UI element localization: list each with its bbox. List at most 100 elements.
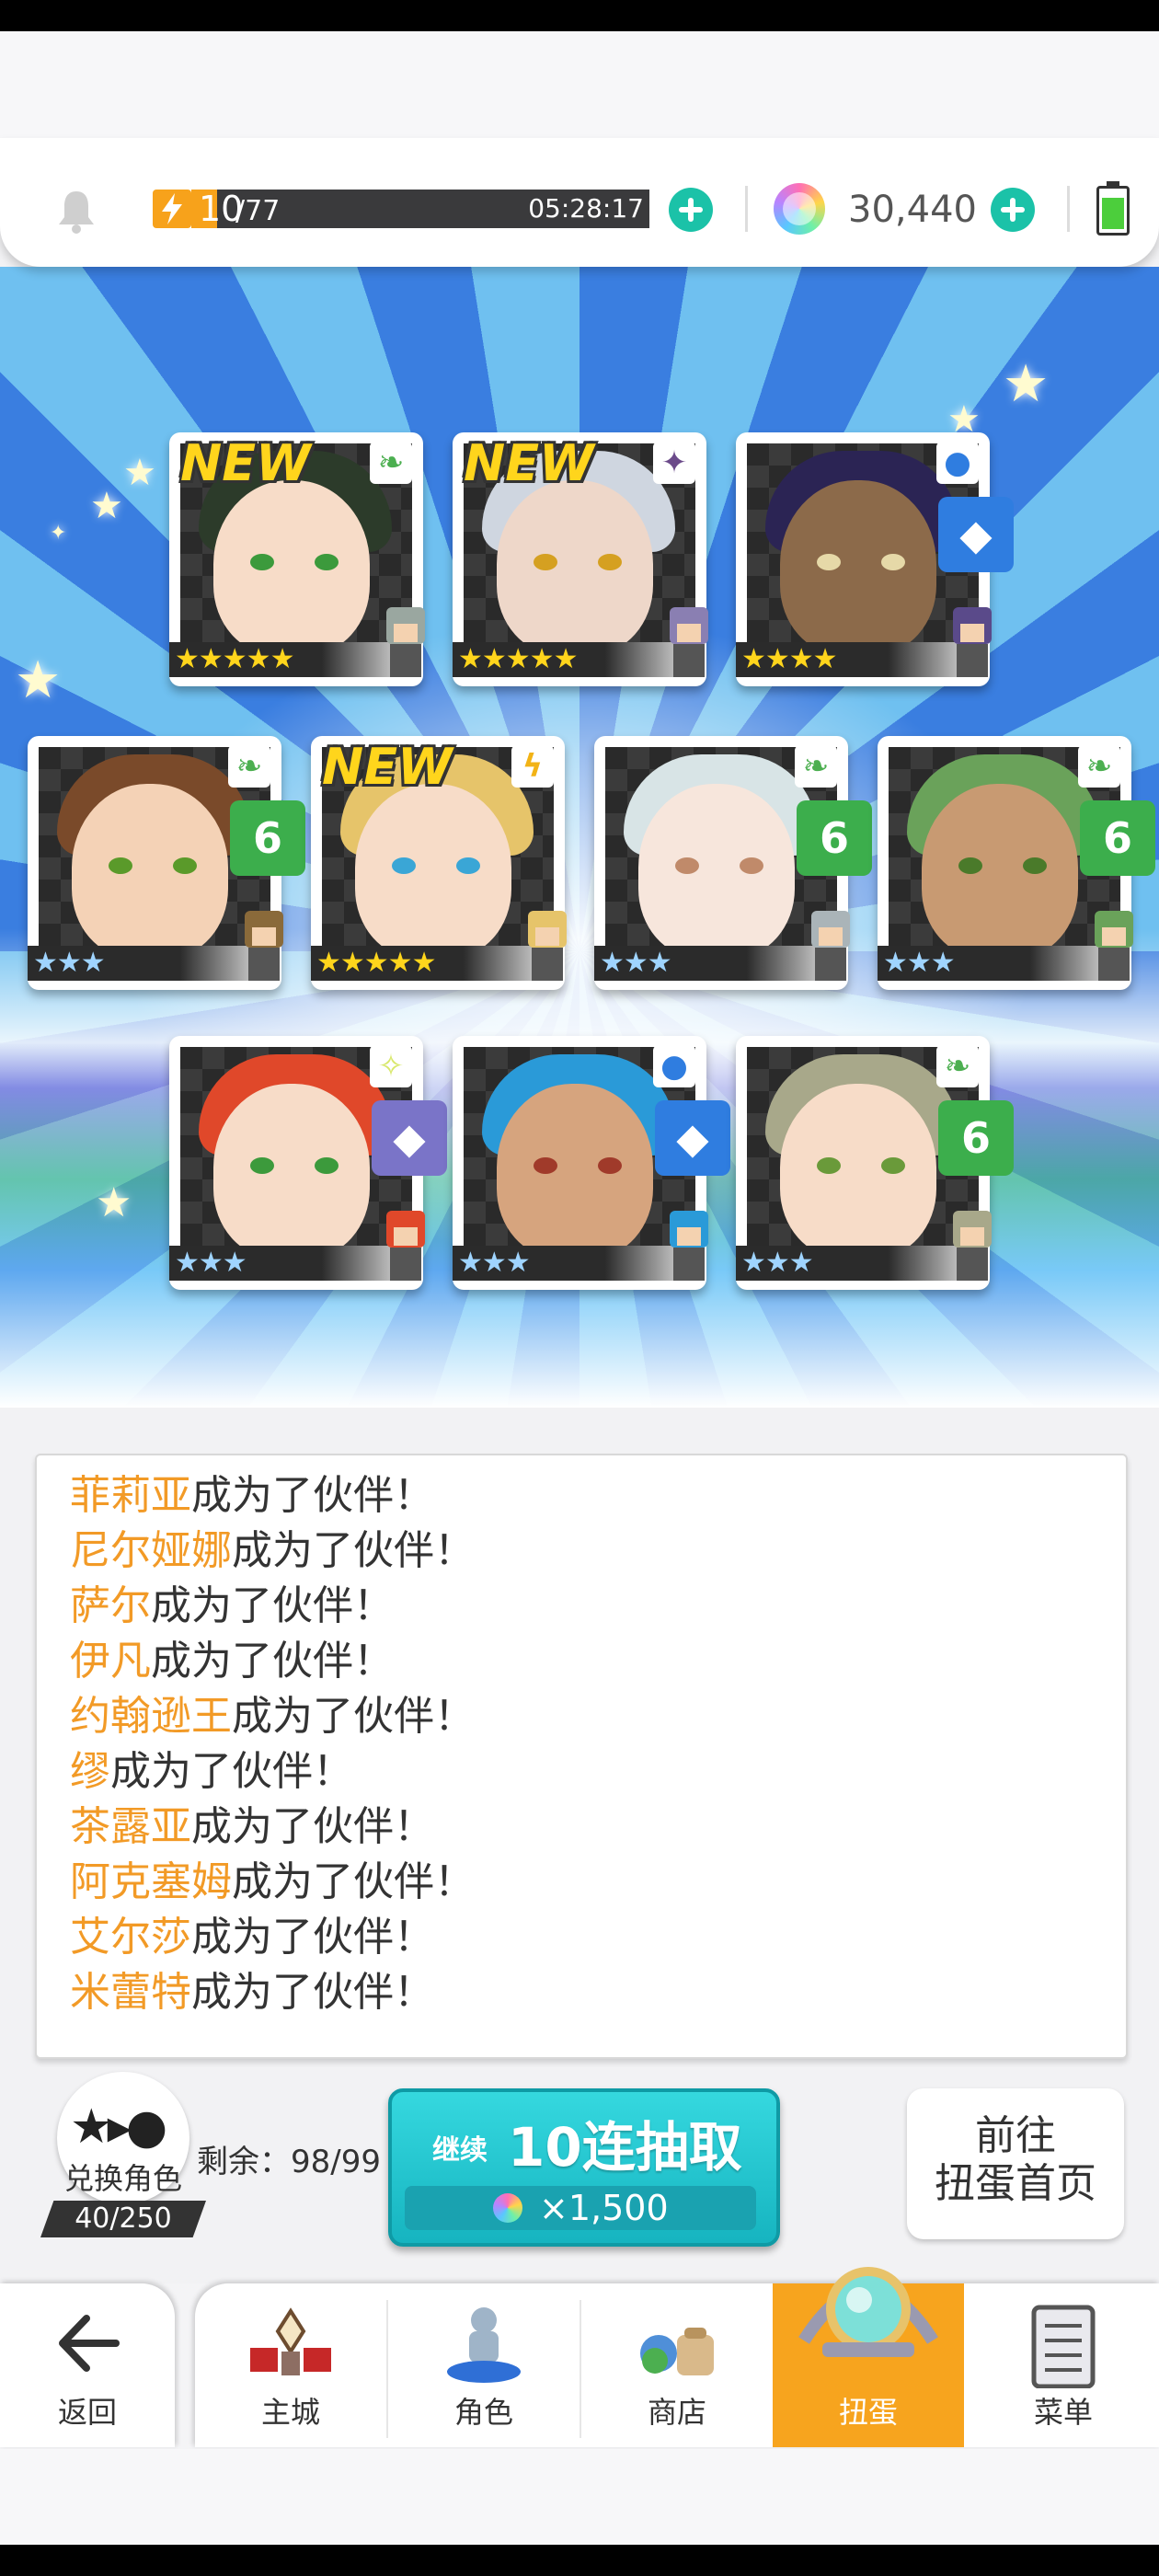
portrait-eye — [958, 857, 982, 874]
character-name: 阿克塞姆 — [70, 1858, 232, 1905]
tab-shop[interactable]: 商店 — [581, 2283, 773, 2447]
portrait-eye — [173, 857, 197, 874]
element-icon: ❧ — [228, 745, 270, 788]
log-suffix: 成为了伙伴！ — [151, 1582, 394, 1629]
element-icon: ● — [936, 442, 979, 484]
weapon-type-icon: ◆ — [372, 1100, 447, 1176]
tab-gacha[interactable]: 扭蛋 — [773, 2267, 964, 2447]
character-card[interactable]: ★★★★★ ϟ NEW — [311, 736, 567, 990]
system-status-bar — [0, 0, 1159, 31]
character-card[interactable]: ★★★ ● ◆ — [453, 1036, 730, 1290]
star-to-person-icon: ★▸● — [70, 2099, 167, 2155]
character-card[interactable]: ★★★★ ● ◆ — [736, 432, 1014, 686]
lightning-icon — [153, 190, 191, 228]
portrait-face — [638, 784, 795, 946]
rarity-stars: ★★★★ — [741, 643, 838, 675]
character-card[interactable]: ★★★ ❧ 6 — [736, 1036, 1014, 1290]
portrait-face — [213, 480, 370, 642]
stamina-timer: 05:28:17 — [528, 193, 644, 224]
tab-menu[interactable]: 菜单 — [968, 2283, 1159, 2447]
character-card[interactable]: ★★★★★ ✦ NEW — [453, 432, 708, 686]
rarity-stars: ★★★★★ — [175, 643, 294, 675]
log-suffix: 成为了伙伴！ — [191, 1969, 434, 2016]
sparkle-icon: ★ — [96, 1179, 132, 1226]
rarity-stars: ★★★ — [33, 947, 106, 979]
rarity-stars: ★★★ — [883, 947, 956, 979]
exchange-count: 40/250 — [40, 2201, 206, 2237]
portrait-eye — [881, 554, 905, 570]
tab-main-city[interactable]: 主城 — [195, 2283, 386, 2447]
log-line: 萨尔成为了伙伴！ — [70, 1579, 394, 1634]
weapon-type-icon: 6 — [797, 800, 872, 876]
add-gems-button[interactable] — [991, 188, 1035, 232]
acquisition-log[interactable]: 菲莉亚成为了伙伴！ 尼尔娅娜成为了伙伴！ 萨尔成为了伙伴！ 伊凡成为了伙伴！ 约翰逊王成… — [35, 1454, 1128, 2059]
bell-icon[interactable] — [52, 186, 101, 236]
back-arrow-icon — [59, 2315, 120, 2372]
shop-bag-icon — [640, 2328, 714, 2375]
element-icon: ✧ — [370, 1045, 412, 1087]
log-suffix: 成为了伙伴！ — [110, 1748, 353, 1795]
pixel-sprite — [377, 607, 434, 694]
log-line: 阿克塞姆成为了伙伴！ — [70, 1855, 475, 1910]
character-card[interactable]: ★★★ ❧ 6 — [594, 736, 872, 990]
character-name: 菲莉亚 — [70, 1472, 191, 1519]
rainbow-gem-icon — [493, 2193, 522, 2223]
log-suffix: 成为了伙伴！ — [191, 1472, 434, 1519]
exchange-label: 兑换角色 — [63, 2161, 182, 2196]
weapon-type-icon: 6 — [230, 800, 305, 876]
header-divider — [1067, 186, 1070, 232]
log-suffix: 成为了伙伴！ — [151, 1638, 394, 1685]
remaining-count: 剩余：98/99 — [197, 2144, 381, 2180]
character-card[interactable]: ★★★ ❧ 6 — [878, 736, 1155, 990]
pixel-sprite — [519, 911, 576, 997]
portrait-eye — [392, 857, 416, 874]
log-suffix: 成为了伙伴！ — [232, 1693, 475, 1740]
portrait-face — [497, 480, 653, 642]
tab-characters[interactable]: 角色 — [388, 2283, 580, 2447]
portrait-face — [780, 1084, 936, 1246]
character-name: 艾尔莎 — [70, 1914, 191, 1961]
resource-header: 10 /77 05:28:17 — [0, 138, 1159, 267]
log-line: 尼尔娅娜成为了伙伴！ — [70, 1524, 475, 1579]
pixel-sprite — [944, 607, 1001, 694]
sparkle-icon: ✦ — [50, 522, 67, 545]
character-name: 伊凡 — [70, 1638, 151, 1685]
sparkle-icon: ★ — [1003, 354, 1050, 414]
portrait-eye — [598, 1157, 622, 1174]
new-badge: NEW — [322, 738, 453, 796]
statue-icon — [447, 2307, 521, 2383]
battery-icon — [1096, 181, 1130, 236]
log-line: 茶露亚成为了伙伴！ — [70, 1800, 434, 1855]
pixel-sprite — [1085, 911, 1142, 997]
system-nav-bar — [0, 2545, 1159, 2576]
weapon-type-icon: ◆ — [655, 1100, 730, 1176]
goto-label-line1: 前往 — [975, 2112, 1056, 2159]
character-card[interactable]: ★★★ ❧ 6 — [28, 736, 305, 990]
add-stamina-button[interactable] — [669, 188, 713, 232]
back-button[interactable]: 返回 — [0, 2283, 175, 2447]
castle-icon — [250, 2307, 331, 2375]
character-card[interactable]: ★★★ ✧ ◆ — [169, 1036, 447, 1290]
tab-label: 菜单 — [1033, 2395, 1093, 2430]
rarity-stars: ★★★★★ — [316, 947, 436, 979]
gacha-orb-icon — [798, 2267, 938, 2357]
sparkle-icon: ★ — [15, 650, 62, 710]
log-line: 菲莉亚成为了伙伴！ — [70, 1468, 434, 1524]
character-name: 米蕾特 — [70, 1969, 191, 2016]
element-icon: ❧ — [370, 442, 412, 484]
rarity-stars: ★★★★★ — [458, 643, 578, 675]
gem-count: 30,440 — [848, 189, 977, 231]
weapon-type-icon: ◆ — [938, 497, 1014, 572]
portrait-face — [922, 784, 1078, 946]
portrait-eye — [1023, 857, 1047, 874]
header-divider — [745, 186, 748, 232]
rarity-stars: ★★★ — [741, 1247, 814, 1279]
element-icon: ϟ — [511, 745, 554, 788]
character-name: 尼尔娅娜 — [70, 1527, 232, 1574]
new-badge: NEW — [180, 434, 311, 492]
character-card[interactable]: ★★★★★ ❧ NEW — [169, 432, 425, 686]
portrait-eye — [250, 1157, 274, 1174]
tab-label: 主城 — [260, 2395, 320, 2430]
element-icon: ❧ — [795, 745, 837, 788]
portrait-face — [780, 480, 936, 642]
